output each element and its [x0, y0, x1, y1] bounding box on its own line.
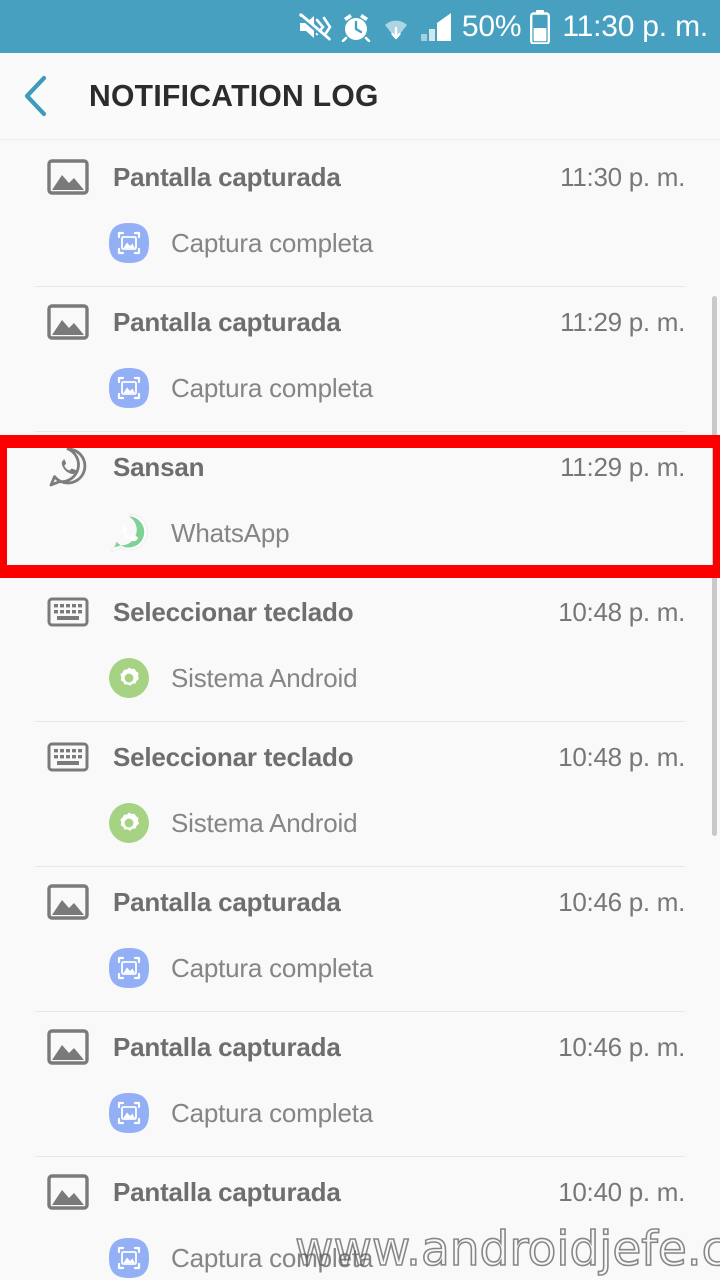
row-main: Seleccionar teclado 10:48 p. m.	[0, 721, 720, 793]
screenshot-badge-icon	[109, 368, 149, 408]
whatsapp-badge-icon	[110, 513, 148, 553]
row-sub-label: Sistema Android	[171, 807, 358, 838]
status-bar-icons: 50% 11:30 p. m.	[298, 9, 708, 44]
row-time: 11:30 p. m.	[560, 161, 685, 192]
table-row[interactable]: Pantalla capturada 10:46 p. m. Captura c…	[0, 1011, 720, 1156]
screenshot-badge-icon	[109, 223, 149, 263]
keyboard-icon	[47, 742, 89, 772]
mute-vibrate-icon	[299, 12, 332, 42]
screenshot-badge-icon	[109, 1238, 149, 1278]
row-main: Pantalla capturada 11:29 p. m.	[0, 286, 720, 358]
row-main: Seleccionar teclado 10:48 p. m.	[0, 576, 720, 648]
table-row[interactable]: Pantalla capturada 10:46 p. m. Captura c…	[0, 866, 720, 1011]
image-icon	[47, 159, 89, 195]
app-header: NOTIFICATION LOG	[0, 53, 720, 140]
row-sub-label: Captura completa	[171, 372, 374, 403]
image-icon	[47, 1029, 89, 1065]
row-title: Seleccionar teclado	[113, 741, 354, 772]
android-settings-badge-icon	[109, 803, 149, 843]
row-main: Pantalla capturada 11:30 p. m.	[0, 141, 720, 213]
table-row[interactable]: Sansan 11:29 p. m. WhatsApp	[0, 431, 720, 576]
row-main: Pantalla capturada 10:46 p. m.	[0, 1011, 720, 1083]
page-title: NOTIFICATION LOG	[89, 78, 379, 113]
table-row[interactable]: Seleccionar teclado 10:48 p. m. Sistema …	[0, 721, 720, 866]
row-title: Pantalla capturada	[113, 306, 341, 337]
image-icon	[47, 304, 89, 340]
site-watermark: www.androidjefe.com	[294, 1221, 720, 1278]
table-row[interactable]: Pantalla capturada 11:30 p. m. Captura c…	[0, 141, 720, 286]
row-sub: Sistema Android	[0, 793, 720, 853]
row-sub: Captura completa	[0, 1083, 720, 1143]
image-icon	[47, 884, 89, 920]
row-sub-label: WhatsApp	[171, 517, 290, 548]
row-time: 10:40 p. m.	[558, 1176, 685, 1207]
status-bar-clock: 11:30 p. m.	[562, 9, 708, 43]
row-main: Pantalla capturada 10:46 p. m.	[0, 866, 720, 938]
row-time: 11:29 p. m.	[560, 306, 685, 337]
table-row[interactable]: Seleccionar teclado 10:48 p. m. Sistema …	[0, 576, 720, 721]
row-title: Pantalla capturada	[113, 1176, 341, 1207]
wifi-icon	[384, 20, 407, 39]
row-sub: Captura completa	[0, 358, 720, 418]
row-sub-label: Captura completa	[171, 1097, 374, 1128]
row-sub-label: Captura completa	[171, 227, 374, 258]
row-time: 10:48 p. m.	[558, 596, 685, 627]
screenshot-badge-icon	[109, 948, 149, 988]
row-sub-label: Captura completa	[171, 952, 374, 983]
row-sub: Sistema Android	[0, 648, 720, 708]
row-title: Pantalla capturada	[113, 161, 341, 192]
chevron-left-icon	[24, 75, 47, 117]
row-title: Pantalla capturada	[113, 886, 341, 917]
alarm-icon	[341, 13, 371, 42]
table-row[interactable]: Pantalla capturada 11:29 p. m. Captura c…	[0, 286, 720, 431]
row-main: Sansan 11:29 p. m.	[0, 431, 720, 503]
whatsapp-outline-icon	[49, 447, 87, 487]
row-time: 10:46 p. m.	[558, 1031, 685, 1062]
row-sub: Captura completa	[0, 938, 720, 998]
row-time: 11:29 p. m.	[560, 451, 685, 482]
battery-icon	[530, 9, 551, 44]
screenshot-badge-icon	[109, 1093, 149, 1133]
scrollbar-thumb[interactable]	[712, 296, 717, 836]
row-sub-label: Sistema Android	[171, 662, 358, 693]
battery-percent-label: 50%	[461, 9, 522, 43]
row-title: Sansan	[113, 451, 205, 482]
status-bar: 50% 11:30 p. m.	[0, 0, 720, 53]
notification-log-screen: 50% 11:30 p. m. NOTIFICATION LOG Pantall…	[0, 0, 720, 1280]
signal-icon	[420, 12, 451, 41]
back-button[interactable]	[0, 53, 72, 140]
row-title: Pantalla capturada	[113, 1031, 341, 1062]
row-time: 10:48 p. m.	[558, 741, 685, 772]
row-time: 10:46 p. m.	[558, 886, 685, 917]
row-sub: WhatsApp	[0, 503, 720, 563]
image-icon	[47, 1174, 89, 1210]
row-main: Pantalla capturada 10:40 p. m.	[0, 1156, 720, 1228]
notification-log-list[interactable]: Pantalla capturada 11:30 p. m. Captura c…	[0, 141, 720, 1280]
keyboard-icon	[47, 597, 89, 627]
android-settings-badge-icon	[109, 658, 149, 698]
row-sub: Captura completa	[0, 213, 720, 273]
row-title: Seleccionar teclado	[113, 596, 354, 627]
